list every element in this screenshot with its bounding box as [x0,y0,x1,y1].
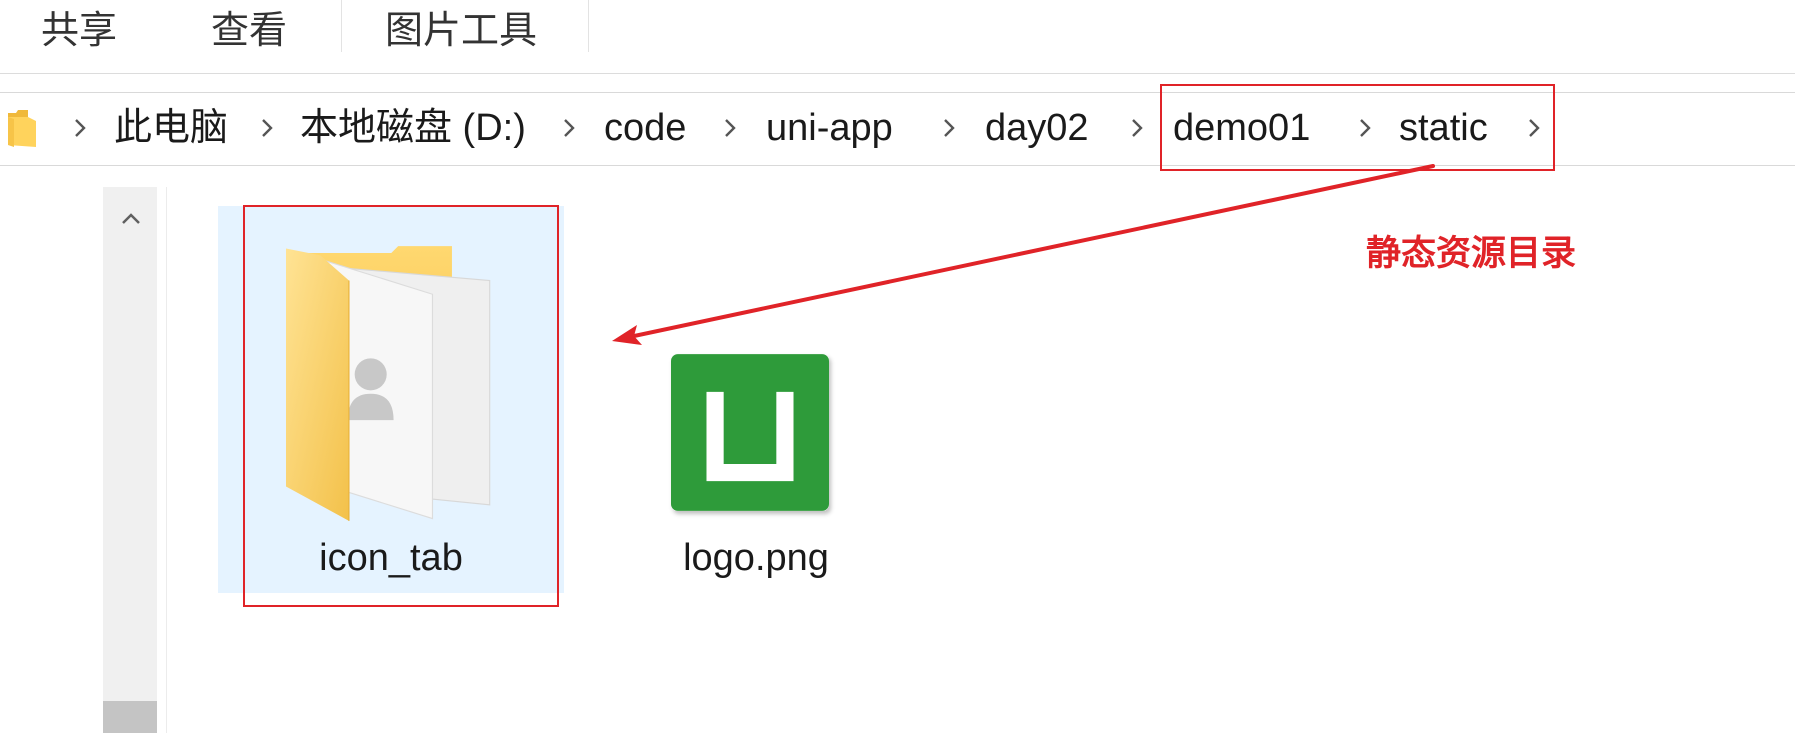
folder-icon[interactable] [6,105,38,149]
ribbon-divider [0,73,1795,74]
file-name-label: icon_tab [319,537,463,579]
file-name-label: logo.png [683,537,829,579]
chevron-right-icon[interactable] [73,117,87,139]
breadcrumb-uni-app[interactable]: uni-app [766,104,893,152]
tab-picture-tools[interactable]: 图片工具 [385,5,537,57]
tab-share[interactable]: 共享 [41,5,117,57]
scrollbar-thumb[interactable] [103,701,157,733]
chevron-right-icon[interactable] [942,117,956,139]
vertical-scrollbar[interactable] [103,187,157,733]
chevron-right-icon[interactable] [1130,117,1144,139]
tab-view[interactable]: 查看 [211,5,287,57]
chevron-right-icon[interactable] [260,117,274,139]
image-thumbnail[interactable] [671,354,829,511]
chevron-up-icon[interactable] [121,212,141,224]
ribbon-separator [341,0,342,52]
chevron-right-icon[interactable] [723,117,737,139]
file-explorer-window: 共享 查看 图片工具 此电脑 本地磁盘 (D:) code uni-app da… [0,0,1795,733]
breadcrumb-this-pc[interactable]: 此电脑 [114,104,228,152]
chevron-right-icon[interactable] [562,117,576,139]
folder-icon[interactable] [286,246,492,521]
breadcrumb-local-disk-d[interactable]: 本地磁盘 (D:) [300,104,526,152]
annotation-label: 静态资源目录 [1366,234,1577,273]
breadcrumb-code[interactable]: code [604,104,686,152]
breadcrumb-day02[interactable]: day02 [985,104,1089,152]
ribbon-separator [588,0,589,52]
chevron-right-icon[interactable] [1358,117,1372,139]
breadcrumb-demo01[interactable]: demo01 [1173,104,1310,152]
chevron-right-icon[interactable] [1527,117,1541,139]
pane-divider [166,187,167,733]
breadcrumb-static[interactable]: static [1399,104,1488,152]
